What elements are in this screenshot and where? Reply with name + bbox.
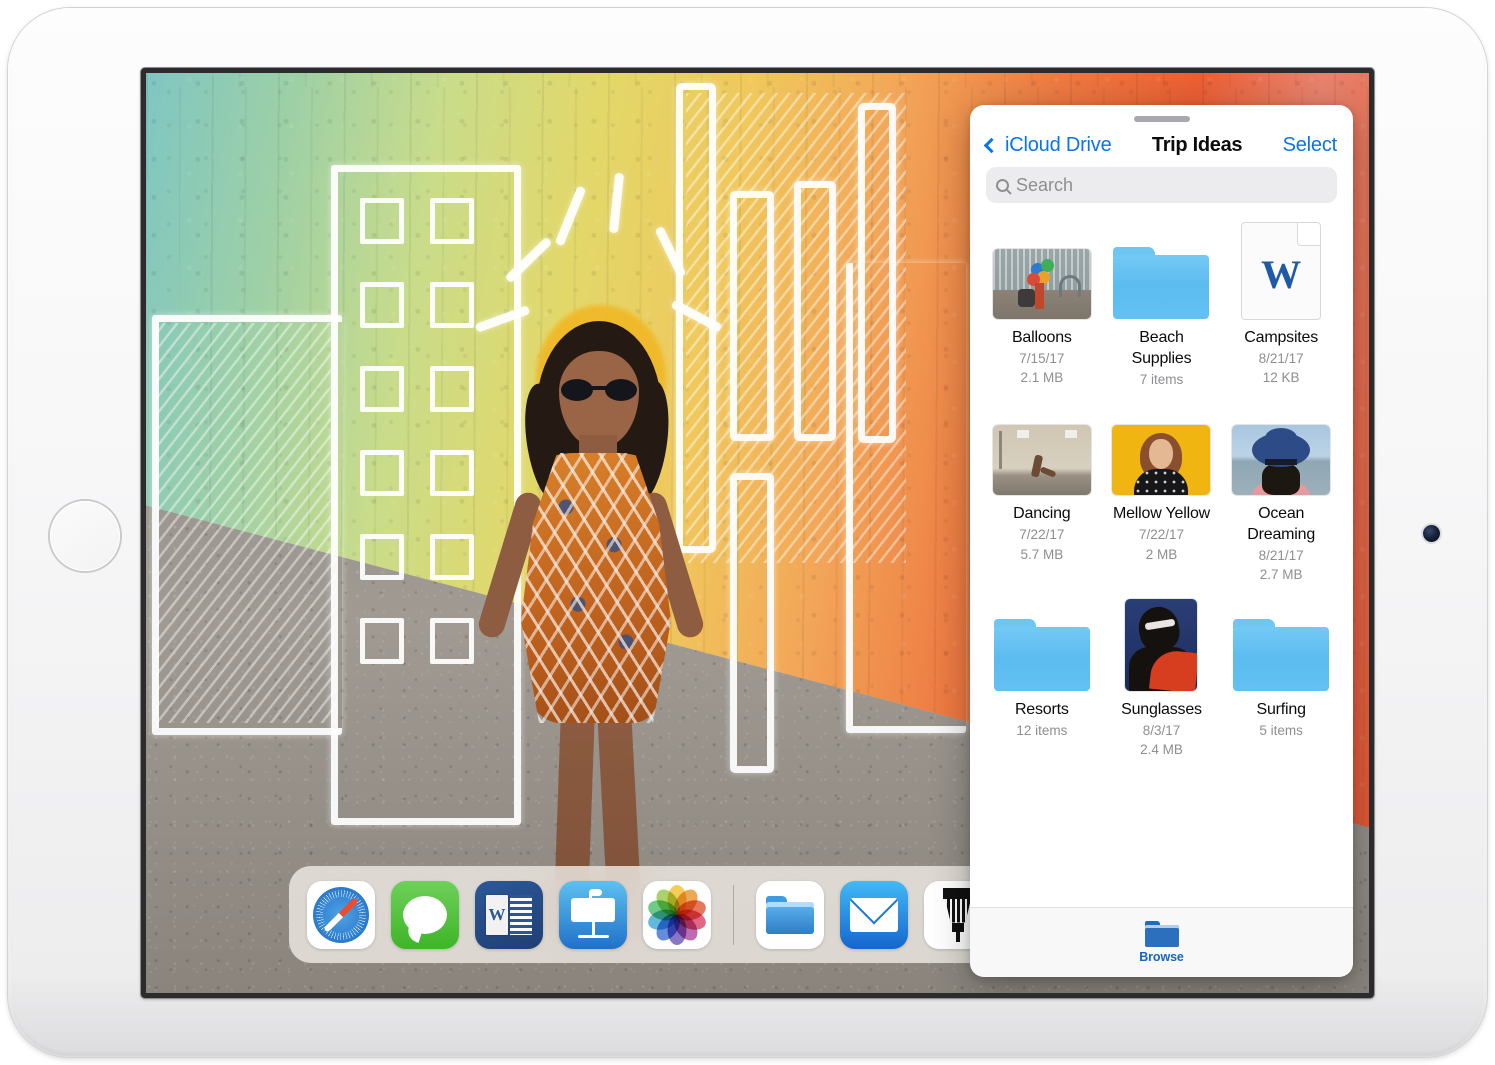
search-bar[interactable]: Search: [970, 167, 1353, 213]
file-name: Balloons: [1011, 329, 1072, 346]
dock-divider: [733, 884, 734, 945]
dock-app-mail[interactable]: [840, 880, 908, 949]
file-date: 7/15/17: [1019, 350, 1065, 366]
word-document-icon: W: [1242, 223, 1321, 319]
file-grid[interactable]: Balloons 7/15/17 2.1 MB Beach Supplies 7…: [970, 213, 1353, 907]
wallpaper-person: [475, 305, 707, 955]
file-name: Mellow Yellow: [1112, 505, 1210, 523]
dock-app-messages[interactable]: [391, 880, 459, 949]
tab-browse-label: Browse: [1139, 950, 1184, 964]
search-icon: [996, 178, 1009, 192]
chalk-building-3: [846, 263, 966, 733]
dock-app-word[interactable]: W: [475, 880, 543, 949]
file-name: Dancing: [1013, 505, 1071, 523]
sunglasses-thumbnail: [1125, 598, 1198, 691]
chalk-pillar-3: [730, 473, 774, 773]
file-size: 5.7 MB: [1020, 546, 1064, 562]
home-button[interactable]: [50, 501, 120, 571]
ocean-dreaming-thumbnail: [1232, 425, 1331, 496]
tab-browse[interactable]: Browse: [1139, 921, 1184, 964]
file-item-mellow-yellow[interactable]: Mellow Yellow 7/22/17 2 MB: [1102, 393, 1222, 585]
folder-icon: [1144, 921, 1179, 947]
dock-app-photos[interactable]: [643, 880, 711, 949]
file-item-balloons[interactable]: Balloons 7/15/17 2.1 MB: [982, 217, 1102, 389]
file-size: 2.7 MB: [1259, 567, 1303, 583]
file-name: Surfing: [1256, 700, 1306, 718]
file-item-dancing[interactable]: Dancing 7/22/17 5.7 MB: [982, 393, 1102, 585]
file-size: 12 KB: [1262, 370, 1300, 386]
thumbnail-container: W: [1242, 223, 1321, 319]
file-name: Beach Supplies: [1131, 329, 1192, 367]
folder-icon: [993, 618, 1090, 691]
file-item-beach-supplies[interactable]: Beach Supplies 7 items: [1102, 217, 1222, 389]
file-date: 7/22/17: [1019, 526, 1065, 542]
chevron-left-icon: [983, 137, 1000, 154]
thumbnail-container: [993, 599, 1090, 691]
dock-app-keynote[interactable]: [559, 880, 627, 949]
ipad-screen: W iCloud Drive Trip Ideas Select Search …: [146, 73, 1369, 993]
file-name: Resorts: [1014, 700, 1069, 718]
chalk-pillar-1: [730, 191, 774, 441]
file-size: 2.4 MB: [1140, 742, 1183, 758]
file-item-ocean-dreaming[interactable]: Ocean Dreaming 8/21/17 2.7 MB: [1221, 393, 1341, 585]
file-date: 8/21/17: [1258, 350, 1304, 366]
file-name: Sunglasses: [1121, 700, 1202, 718]
thumbnail-container: [992, 403, 1091, 496]
dancing-thumbnail: [992, 425, 1091, 496]
file-size: 12 items: [1016, 722, 1068, 738]
ipad-device-frame: W iCloud Drive Trip Ideas Select Search …: [8, 8, 1487, 1057]
chalk-pillar-2: [794, 181, 836, 441]
slide-over-files-app[interactable]: iCloud Drive Trip Ideas Select Search Ba…: [970, 105, 1353, 977]
file-date: 8/21/17: [1258, 547, 1304, 563]
search-input[interactable]: Search: [1016, 175, 1073, 196]
dock-app-files[interactable]: [756, 880, 824, 949]
thumbnail-container: [1233, 599, 1330, 691]
file-item-surfing[interactable]: Surfing 5 items: [1221, 589, 1341, 760]
back-button[interactable]: iCloud Drive: [983, 134, 1112, 157]
select-button[interactable]: Select: [1283, 134, 1338, 157]
file-size: 5 items: [1259, 722, 1303, 738]
file-item-campsites[interactable]: W Campsites 8/21/17 12 KB: [1221, 217, 1341, 389]
thumbnail-container: [1112, 403, 1211, 496]
file-size: 2 MB: [1145, 546, 1178, 562]
search-field[interactable]: Search: [986, 167, 1337, 203]
navigation-bar: iCloud Drive Trip Ideas Select: [970, 122, 1353, 167]
page-title: Trip Ideas: [1151, 134, 1243, 156]
thumbnail-container: [992, 227, 1091, 319]
balloons-thumbnail: [992, 249, 1091, 319]
screen-bezel: W iCloud Drive Trip Ideas Select Search …: [141, 68, 1374, 998]
file-size: 7 items: [1139, 371, 1184, 387]
mellow-yellow-thumbnail: [1112, 425, 1211, 496]
thumbnail-container: [1232, 403, 1331, 496]
tab-bar[interactable]: Browse: [970, 907, 1353, 977]
file-date: 7/22/17: [1138, 526, 1185, 542]
file-name: Campsites: [1244, 329, 1319, 346]
thumbnail-container: [1125, 598, 1198, 691]
front-camera-icon: [1423, 525, 1440, 542]
chalk-building-1: [152, 315, 342, 735]
back-button-label: iCloud Drive: [1005, 134, 1112, 156]
dock-app-safari[interactable]: [307, 880, 375, 949]
file-item-resorts[interactable]: Resorts 12 items: [982, 589, 1102, 760]
folder-icon: [1233, 618, 1330, 691]
file-item-sunglasses[interactable]: Sunglasses 8/3/17 2.4 MB: [1102, 589, 1222, 760]
file-name: Ocean Dreaming: [1247, 505, 1316, 543]
file-date: 8/3/17: [1142, 722, 1181, 738]
sunglasses-icon: [561, 379, 637, 401]
thumbnail-container: [1113, 227, 1210, 319]
file-size: 2.1 MB: [1020, 370, 1064, 386]
folder-icon: [1113, 247, 1210, 319]
